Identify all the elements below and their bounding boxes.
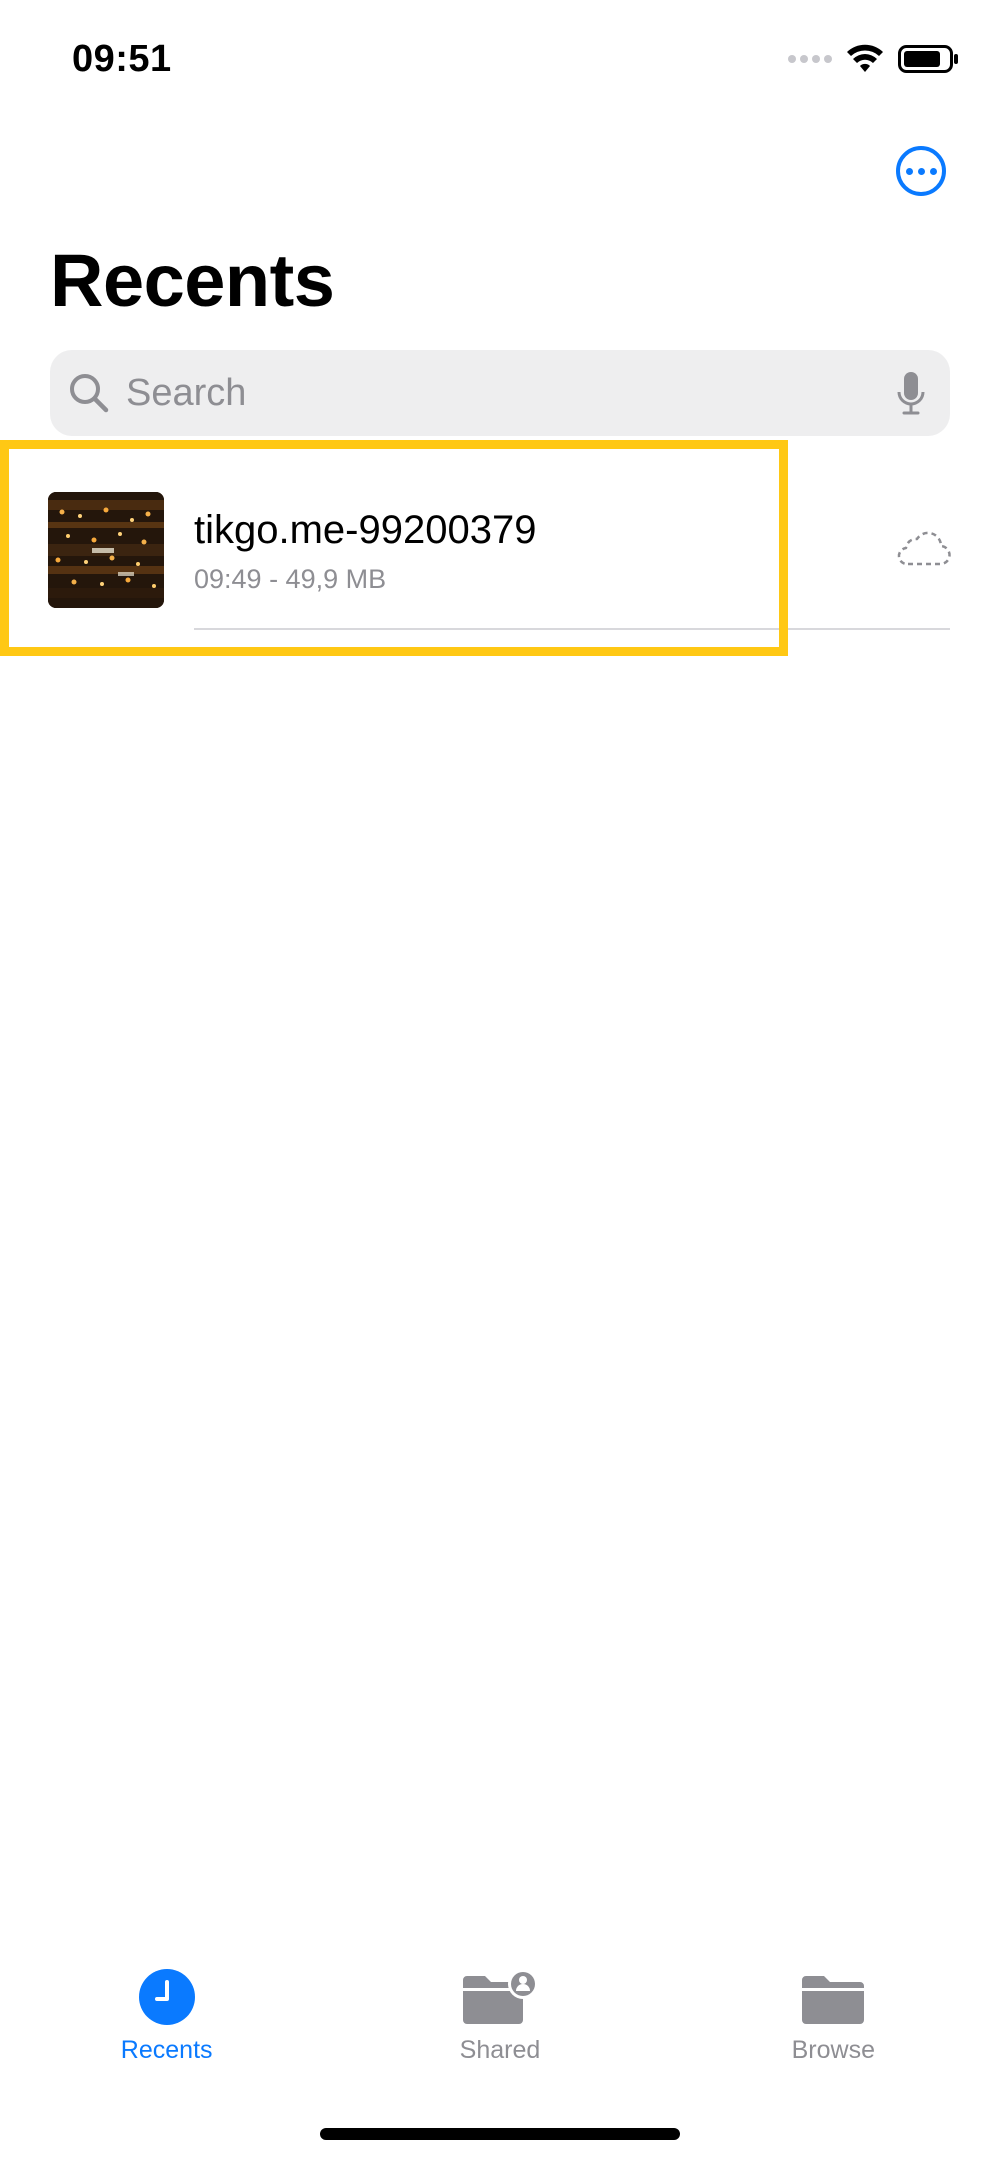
search-icon <box>70 374 109 413</box>
search-input[interactable] <box>126 370 886 416</box>
battery-icon <box>898 45 958 73</box>
tab-label: Shared <box>459 2036 541 2064</box>
tab-bar: Recents Shared Browse <box>0 1960 1000 2090</box>
cloud-download-icon[interactable] <box>896 528 952 568</box>
ellipsis-icon <box>905 167 913 175</box>
files-app-screen: 09:51 Recents Search tikgo.me-99200379 0… <box>0 0 1000 2166</box>
file-row[interactable]: tikgo.me-99200379 09:49 - 49,9 MB <box>0 470 1000 630</box>
tab-label: Recents <box>120 2036 213 2064</box>
row-divider <box>194 628 950 630</box>
status-bar: 09:51 <box>0 0 1000 110</box>
clock-icon <box>138 1969 195 2025</box>
file-thumbnail <box>48 492 164 608</box>
microphone-icon[interactable] <box>896 370 926 418</box>
status-time: 09:51 <box>72 38 172 80</box>
shared-folder-icon <box>462 1969 538 2024</box>
more-options-button[interactable] <box>896 146 946 196</box>
tab-recents[interactable]: Recents <box>0 1960 333 2090</box>
tab-shared[interactable]: Shared <box>333 1960 666 2090</box>
folder-icon <box>802 1976 865 2024</box>
file-meta: 09:49 - 49,9 MB <box>194 564 387 594</box>
status-icons <box>788 44 960 74</box>
tab-label: Browse <box>791 2036 875 2064</box>
page-title: Recents <box>50 239 335 322</box>
thumbnail-image <box>48 492 164 608</box>
home-indicator[interactable] <box>320 2128 680 2140</box>
search-bar[interactable] <box>50 350 950 436</box>
file-name: tikgo.me-99200379 <box>194 508 537 552</box>
cellular-signal-icon <box>788 55 832 63</box>
wifi-icon <box>847 44 883 72</box>
tab-browse[interactable]: Browse <box>667 1960 1000 2090</box>
